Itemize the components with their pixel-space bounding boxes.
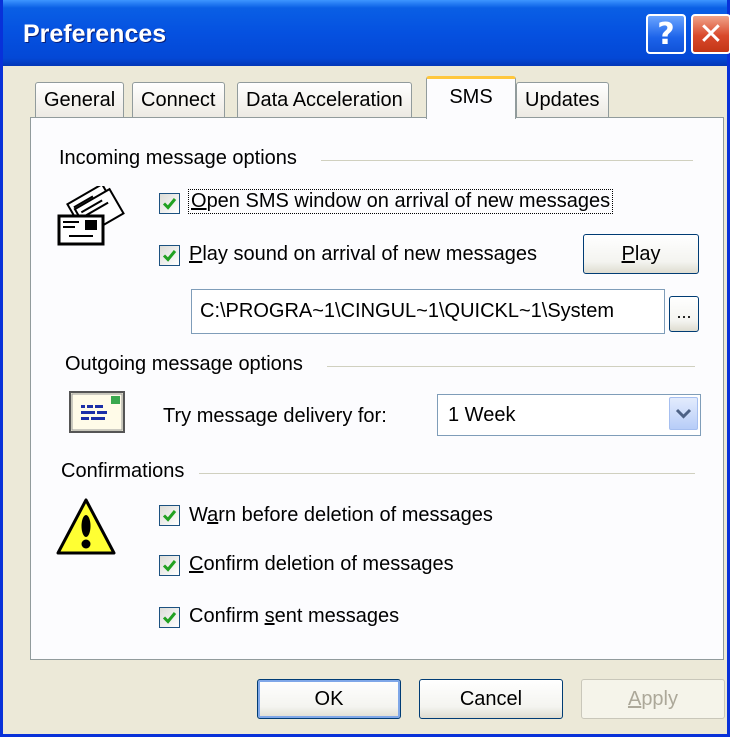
open-window-checkbox[interactable]: [159, 193, 180, 214]
chevron-down-icon: [675, 408, 692, 419]
confirmations-heading: Confirmations: [61, 460, 185, 482]
title-bar[interactable]: Preferences ? ✕: [3, 0, 730, 66]
outgoing-heading: Outgoing message options: [65, 353, 303, 375]
open-window-label[interactable]: Open SMS window on arrival of new messag…: [187, 189, 614, 214]
delivery-select[interactable]: 1 Week: [437, 394, 701, 436]
confirm-sent-label[interactable]: Confirm sent messages: [189, 605, 399, 628]
close-icon: ✕: [698, 16, 724, 52]
window-title: Preferences: [23, 20, 167, 48]
confirm-deletion-label[interactable]: Confirm deletion of messages: [189, 553, 454, 576]
delivery-value: 1 Week: [448, 404, 516, 426]
checkmark-icon: [162, 612, 177, 624]
apply-button[interactable]: Apply: [581, 679, 725, 719]
browse-button[interactable]: ...: [669, 296, 699, 332]
dropdown-arrow-button[interactable]: [669, 397, 698, 430]
checkmark-icon: [162, 198, 177, 210]
sound-path-field[interactable]: C:\PROGRA~1\CINGUL~1\QUICKL~1\System: [191, 289, 665, 334]
incoming-heading: Incoming message options: [59, 147, 297, 169]
tab-updates[interactable]: Updates: [516, 82, 609, 118]
tab-sms[interactable]: SMS: [426, 76, 516, 119]
confirmations-divider: [199, 473, 695, 474]
sms-tab-panel: Incoming message options Open SMS window…: [30, 117, 724, 660]
tab-general[interactable]: General: [35, 82, 125, 118]
play-sound-checkbox[interactable]: [159, 245, 180, 266]
play-button[interactable]: Play: [583, 234, 699, 274]
warn-deletion-checkbox[interactable]: [159, 505, 180, 526]
warning-icon: [55, 496, 117, 564]
checkmark-icon: [162, 560, 177, 572]
help-button[interactable]: ?: [646, 14, 686, 54]
play-sound-label[interactable]: Play sound on arrival of new messages: [189, 243, 537, 266]
outgoing-divider: [327, 366, 695, 367]
sms-composer-icon: [69, 391, 125, 439]
envelope-icon: [55, 182, 125, 256]
close-button[interactable]: ✕: [691, 14, 730, 54]
delivery-label: Try message delivery for:: [163, 405, 387, 427]
preferences-window: Preferences ? ✕ General Connect Data Acc…: [0, 0, 730, 737]
ok-button[interactable]: OK: [257, 679, 401, 719]
confirm-sent-checkbox[interactable]: [159, 607, 180, 628]
checkmark-icon: [162, 510, 177, 522]
incoming-divider: [321, 160, 693, 161]
checkmark-icon: [162, 250, 177, 262]
tab-connect[interactable]: Connect: [132, 82, 225, 118]
confirm-deletion-checkbox[interactable]: [159, 555, 180, 576]
cancel-button[interactable]: Cancel: [419, 679, 563, 719]
warn-deletion-label[interactable]: Warn before deletion of messages: [189, 504, 493, 527]
tab-data-acceleration[interactable]: Data Acceleration: [237, 82, 412, 118]
question-icon: ?: [657, 16, 675, 52]
